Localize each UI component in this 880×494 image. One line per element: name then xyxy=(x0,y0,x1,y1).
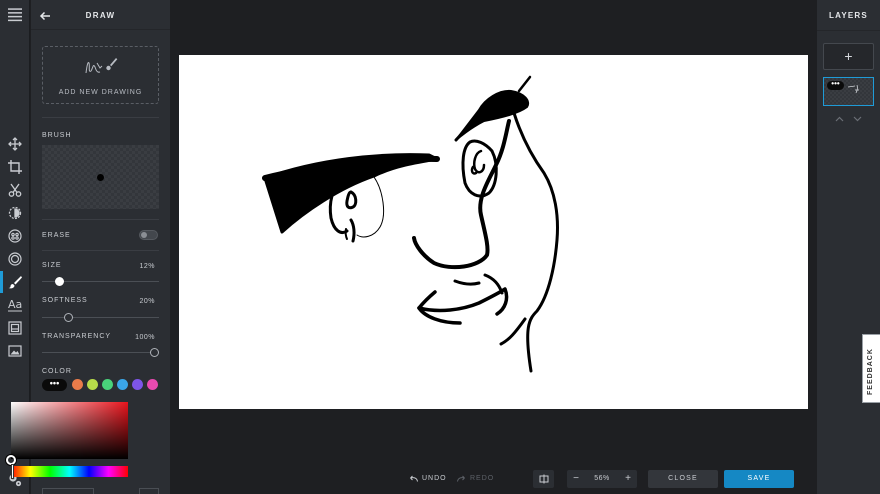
crop-icon[interactable] xyxy=(6,158,24,176)
color-swatch[interactable] xyxy=(87,379,98,390)
add-new-drawing-label: ADD NEW DRAWING xyxy=(58,89,143,96)
color-swatch[interactable] xyxy=(117,379,128,390)
layers-panel: LAYERS + ••• xyxy=(817,0,880,494)
brush-preview[interactable] xyxy=(42,145,159,209)
undo-label: UNDO xyxy=(422,475,447,482)
layer-preview-icon xyxy=(847,84,859,94)
move-layer-up-icon[interactable] xyxy=(835,116,844,122)
save-button[interactable]: SAVE xyxy=(724,470,794,488)
erase-toggle-knob xyxy=(141,232,147,238)
color-picker-area[interactable] xyxy=(11,402,128,459)
softness-label: SOFTNESS xyxy=(42,297,88,304)
softness-value: 20% xyxy=(139,298,155,305)
size-label: SIZE xyxy=(42,262,62,269)
compare-icon xyxy=(539,474,548,484)
close-button[interactable]: CLOSE xyxy=(648,470,718,488)
layer-options-button[interactable]: ••• xyxy=(827,80,844,90)
color-swatch[interactable] xyxy=(102,379,113,390)
brush-dot xyxy=(97,174,104,181)
canvas-stage xyxy=(170,0,817,494)
overlay-icon[interactable] xyxy=(6,250,24,268)
add-new-drawing-button[interactable]: ADD NEW DRAWING xyxy=(42,46,159,104)
transparency-label: TRANSPARENCY xyxy=(42,333,112,340)
cut-icon[interactable] xyxy=(6,181,24,199)
color-swatch[interactable] xyxy=(72,379,83,390)
brush-label: BRUSH xyxy=(42,132,72,139)
undo-icon xyxy=(410,475,418,482)
size-slider[interactable] xyxy=(42,277,159,287)
photo-editor: Aa DRAW ADD NEW DRAWING BRUSH ERASE SIZE… xyxy=(0,0,880,494)
color-swatch[interactable] xyxy=(147,379,158,390)
move-layer-down-icon[interactable] xyxy=(853,116,862,122)
color-swatches: ••• xyxy=(42,378,162,392)
compare-button[interactable] xyxy=(533,470,554,488)
adjust-icon[interactable] xyxy=(6,204,24,222)
hex-input-stub[interactable] xyxy=(42,488,94,494)
hue-slider-knob[interactable] xyxy=(11,464,14,479)
layer-thumbnail[interactable]: ••• xyxy=(823,77,874,106)
drawing-strokes xyxy=(262,75,559,373)
zoom-in-button[interactable]: + xyxy=(621,473,635,485)
frame-icon[interactable] xyxy=(6,319,24,337)
transparency-slider[interactable] xyxy=(42,348,159,358)
layer-order-controls xyxy=(834,116,864,126)
feedback-tab[interactable]: FEEDBACK xyxy=(862,334,880,403)
transparency-value: 100% xyxy=(135,334,155,341)
text-icon[interactable]: Aa xyxy=(6,296,24,314)
menu-icon[interactable] xyxy=(8,8,22,22)
image-icon[interactable] xyxy=(6,342,24,360)
panel-title: DRAW xyxy=(85,11,116,20)
color-preview-stub xyxy=(139,488,159,494)
hue-slider[interactable] xyxy=(11,466,128,477)
size-value: 12% xyxy=(139,263,155,270)
redo-icon xyxy=(457,475,465,482)
filter-icon[interactable] xyxy=(6,227,24,245)
more-colors-button[interactable]: ••• xyxy=(42,379,67,391)
erase-label: ERASE xyxy=(42,232,71,239)
divider xyxy=(817,30,880,31)
redo-label: REDO xyxy=(470,475,495,482)
transparency-slider-thumb[interactable] xyxy=(150,348,159,357)
feedback-label: FEEDBACK xyxy=(867,348,874,395)
color-swatch[interactable] xyxy=(132,379,143,390)
drawing-canvas[interactable] xyxy=(179,55,808,409)
erase-toggle[interactable] xyxy=(139,230,158,240)
divider xyxy=(42,117,159,118)
redo-button[interactable]: REDO xyxy=(457,475,494,482)
softness-slider-thumb[interactable] xyxy=(63,313,73,322)
add-layer-button[interactable]: + xyxy=(823,43,874,70)
softness-slider-track xyxy=(42,317,159,318)
panel-header: DRAW xyxy=(31,0,170,30)
size-slider-thumb[interactable] xyxy=(54,277,64,286)
zoom-control: − 56% + xyxy=(567,470,637,488)
color-label: COLOR xyxy=(42,368,72,375)
svg-text:Aa: Aa xyxy=(8,298,22,311)
undo-button[interactable]: UNDO xyxy=(409,475,447,482)
transparency-slider-track xyxy=(42,352,159,353)
layers-title: LAYERS xyxy=(829,11,868,20)
divider xyxy=(42,250,159,251)
drawing-icon xyxy=(83,55,121,79)
divider xyxy=(42,219,159,220)
softness-slider[interactable] xyxy=(42,313,159,323)
brush-icon[interactable] xyxy=(0,271,24,293)
move-icon[interactable] xyxy=(6,135,24,153)
